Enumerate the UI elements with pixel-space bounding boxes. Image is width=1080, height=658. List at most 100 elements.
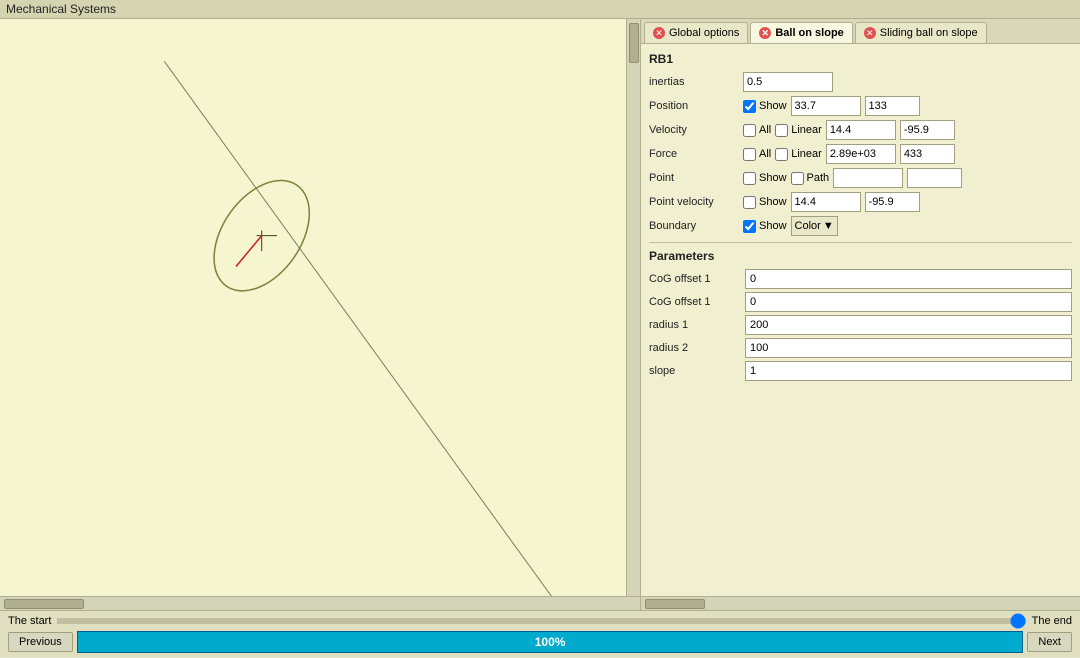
velocity-label: Velocity — [649, 124, 739, 136]
radius-1-row: radius 1 — [649, 315, 1072, 335]
force-all-group: All — [743, 148, 771, 161]
velocity-all-group: All — [743, 124, 771, 137]
content-area: ✕ Global options ✕ Ball on slope ✕ Slidi… — [0, 19, 1080, 610]
right-panel: ✕ Global options ✕ Ball on slope ✕ Slidi… — [640, 19, 1080, 610]
slope-input[interactable] — [745, 361, 1072, 381]
cog-offset-2-row: CoG offset 1 — [649, 292, 1072, 312]
previous-button[interactable]: Previous — [8, 632, 73, 652]
boundary-show-checkbox[interactable] — [743, 220, 756, 233]
position-y-input[interactable] — [865, 96, 920, 116]
canvas-area — [0, 19, 626, 596]
hscroll-thumb[interactable] — [4, 599, 84, 609]
scene-svg — [0, 19, 626, 596]
title-bar: Mechanical Systems — [0, 0, 1080, 19]
velocity-x-input[interactable] — [826, 120, 896, 140]
cog-offset-2-input[interactable] — [745, 292, 1072, 312]
force-all-checkbox[interactable] — [743, 148, 756, 161]
tab-close-global-options[interactable]: ✕ — [653, 27, 665, 39]
slope-row: slope — [649, 361, 1072, 381]
horizontal-scrollbar[interactable] — [0, 596, 640, 610]
cog-offset-1-input[interactable] — [745, 269, 1072, 289]
boundary-row: Boundary Show Color ▼ — [649, 216, 1072, 236]
position-show-checkbox[interactable] — [743, 100, 756, 113]
radius-2-label: radius 2 — [649, 342, 739, 354]
cog-offset-1-label: CoG offset 1 — [649, 273, 739, 285]
tab-label-global-options: Global options — [669, 27, 739, 39]
panel-content: RB1 inertias Position Show — [641, 44, 1080, 596]
force-label: Force — [649, 148, 739, 160]
force-y-input[interactable] — [900, 144, 955, 164]
radius-1-input[interactable] — [745, 315, 1072, 335]
radius-2-input[interactable] — [745, 338, 1072, 358]
position-row: Position Show — [649, 96, 1072, 116]
radius-1-label: radius 1 — [649, 319, 739, 331]
point-x-input[interactable] — [833, 168, 903, 188]
force-linear-group: Linear — [775, 148, 822, 161]
canvas-and-vscroll — [0, 19, 640, 596]
app-title: Mechanical Systems — [6, 2, 116, 16]
tab-close-ball-on-slope[interactable]: ✕ — [759, 27, 771, 39]
slope-label: slope — [649, 365, 739, 377]
velocity-row: Velocity All Linear — [649, 120, 1072, 140]
timeline-row: The start The end — [8, 615, 1072, 627]
boundary-color-dropdown[interactable]: Color ▼ — [791, 216, 838, 236]
point-y-input[interactable] — [907, 168, 962, 188]
end-label: The end — [1032, 615, 1072, 627]
parameters-section: Parameters CoG offset 1 CoG offset 1 rad… — [649, 242, 1072, 381]
point-label: Point — [649, 172, 739, 184]
boundary-show-label: Show — [759, 220, 787, 232]
point-velocity-row: Point velocity Show — [649, 192, 1072, 212]
point-path-checkbox[interactable] — [791, 172, 804, 185]
vertical-scrollbar[interactable] — [626, 19, 640, 596]
point-velocity-y-input[interactable] — [865, 192, 920, 212]
tab-sliding-ball-on-slope[interactable]: ✕ Sliding ball on slope — [855, 22, 987, 43]
force-linear-checkbox[interactable] — [775, 148, 788, 161]
velocity-all-label: All — [759, 124, 771, 136]
boundary-show-group: Show — [743, 220, 787, 233]
nav-row: Previous 100% Next — [8, 631, 1072, 653]
right-hscroll-thumb[interactable] — [645, 599, 705, 609]
force-row: Force All Linear — [649, 144, 1072, 164]
point-row: Point Show Path — [649, 168, 1072, 188]
velocity-y-input[interactable] — [900, 120, 955, 140]
progress-label: 100% — [535, 635, 566, 649]
tab-label-sliding-ball-on-slope: Sliding ball on slope — [880, 27, 978, 39]
position-show-group: Show — [743, 100, 787, 113]
bottom-area: The start The end Previous 100% Next — [0, 610, 1080, 657]
parameters-title: Parameters — [649, 249, 1072, 263]
velocity-linear-label: Linear — [791, 124, 822, 136]
velocity-all-checkbox[interactable] — [743, 124, 756, 137]
radius-2-row: radius 2 — [649, 338, 1072, 358]
velocity-linear-group: Linear — [775, 124, 822, 137]
tab-label-ball-on-slope: Ball on slope — [775, 27, 843, 39]
boundary-color-label: Color — [795, 220, 821, 232]
point-show-label: Show — [759, 172, 787, 184]
position-label: Position — [649, 100, 739, 112]
inertias-input[interactable] — [743, 72, 833, 92]
point-path-label: Path — [807, 172, 830, 184]
point-velocity-x-input[interactable] — [791, 192, 861, 212]
right-panel-hscroll[interactable] — [641, 596, 1080, 610]
tab-close-sliding-ball-on-slope[interactable]: ✕ — [864, 27, 876, 39]
boundary-label: Boundary — [649, 220, 739, 232]
position-x-input[interactable] — [791, 96, 861, 116]
tab-ball-on-slope[interactable]: ✕ Ball on slope — [750, 22, 852, 43]
inertias-row: inertias — [649, 72, 1072, 92]
tab-global-options[interactable]: ✕ Global options — [644, 22, 748, 43]
cog-offset-2-label: CoG offset 1 — [649, 296, 739, 308]
velocity-linear-checkbox[interactable] — [775, 124, 788, 137]
tabs-container: ✕ Global options ✕ Ball on slope ✕ Slidi… — [641, 19, 1080, 44]
vscroll-thumb[interactable] — [629, 23, 639, 63]
inertias-label: inertias — [649, 76, 739, 88]
cog-offset-1-row: CoG offset 1 — [649, 269, 1072, 289]
point-velocity-show-checkbox[interactable] — [743, 196, 756, 209]
point-show-checkbox[interactable] — [743, 172, 756, 185]
point-show-group: Show — [743, 172, 787, 185]
point-path-group: Path — [791, 172, 830, 185]
timeline-slider[interactable] — [57, 618, 1025, 624]
point-velocity-show-group: Show — [743, 196, 787, 209]
next-button[interactable]: Next — [1027, 632, 1072, 652]
rb1-section-title: RB1 — [649, 52, 1072, 66]
progress-bar-container: 100% — [77, 631, 1024, 653]
force-x-input[interactable] — [826, 144, 896, 164]
